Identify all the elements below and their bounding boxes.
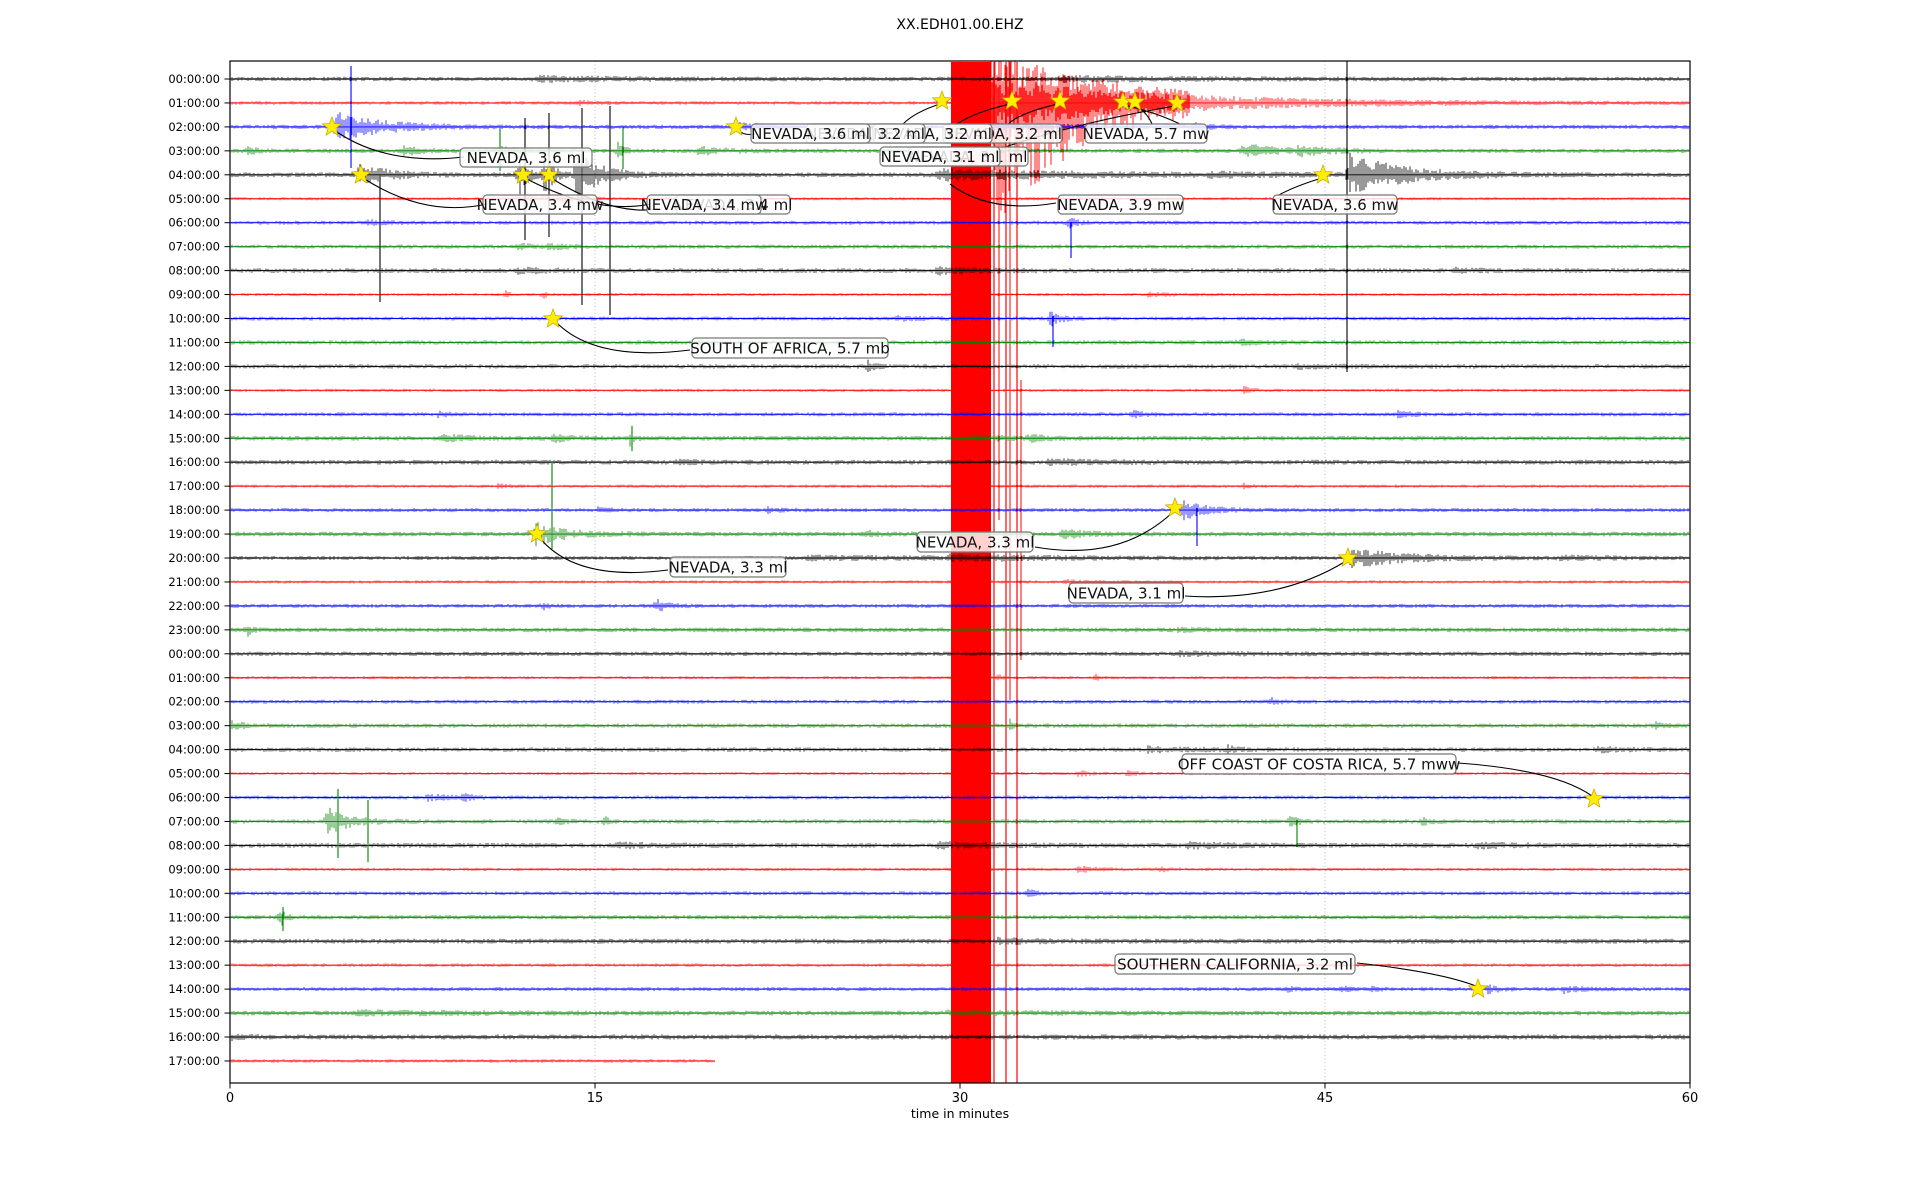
event-connector — [1357, 963, 1476, 986]
row-time-label: 15:00:00 — [168, 1006, 220, 1020]
event-label: NEVADA, 5.7 mw — [1083, 124, 1210, 143]
event-label: NEVADA, 3.1 ml — [880, 147, 1000, 166]
row-time-label: 20:00:00 — [168, 551, 220, 565]
x-tick-label: 30 — [952, 1091, 969, 1106]
row-time-label: 02:00:00 — [168, 120, 220, 134]
event-star — [543, 309, 562, 327]
row-time-label: 12:00:00 — [168, 359, 220, 373]
event-label: NEVADA, 3.6 mw — [1272, 195, 1399, 214]
row-time-label: 03:00:00 — [168, 719, 220, 733]
event-star — [322, 117, 341, 135]
row-time-label: 07:00:00 — [168, 814, 220, 828]
event-label: SOUTH OF AFRICA, 5.7 mb — [690, 338, 889, 358]
event-label-text: NEVADA, 3.6 ml — [467, 149, 586, 167]
row-time-label: 08:00:00 — [168, 838, 220, 852]
event-label: SOUTHERN CALIFORNIA, 3.2 ml — [1115, 954, 1355, 974]
event-label: NEVADA, 3.1 ml — [1067, 583, 1186, 603]
row-time-label: 11:00:00 — [168, 910, 220, 924]
event-label: NEVADA, 3.4 mw — [477, 195, 604, 214]
row-time-label: 05:00:00 — [168, 192, 220, 206]
event-label-text: NEVADA, 3.9 mw — [1057, 196, 1184, 214]
row-time-label: 13:00:00 — [168, 383, 220, 397]
plot-contents — [230, 50, 1690, 1083]
row-time-label: 00:00:00 — [168, 72, 220, 86]
event-label-text: NEVADA, 3.3 ml — [669, 559, 788, 577]
row-time-label: 05:00:00 — [168, 767, 220, 781]
row-time-label: 09:00:00 — [168, 288, 220, 302]
row-time-label: 19:00:00 — [168, 527, 220, 541]
event-star — [1468, 979, 1487, 997]
row-time-label: 13:00:00 — [168, 958, 220, 972]
event-star — [1584, 789, 1603, 807]
row-time-label: 14:00:00 — [168, 407, 220, 421]
event-label: NEVADA, 3.4 mw — [641, 195, 768, 214]
row-time-label: 23:00:00 — [168, 623, 220, 637]
event-connector — [556, 322, 690, 353]
row-time-label: 11:00:00 — [168, 335, 220, 349]
row-time-label: 00:00:00 — [168, 647, 220, 661]
row-time-label: 09:00:00 — [168, 862, 220, 876]
x-tick-label: 45 — [1317, 1091, 1334, 1106]
row-time-label: 01:00:00 — [168, 96, 220, 110]
event-label-text: NEVADA, 3.1 ml — [1067, 585, 1186, 603]
event-connector — [903, 104, 940, 124]
row-time-label: 04:00:00 — [168, 168, 220, 182]
event-label-text: NEVADA, 5.7 mw — [1083, 125, 1210, 143]
row-time-label: 06:00:00 — [168, 791, 220, 805]
event-connector — [1277, 178, 1322, 196]
row-time-label: 07:00:00 — [168, 240, 220, 254]
event-label: NEVADA, 3.3 ml — [916, 532, 1035, 552]
event-label-text: SOUTHERN CALIFORNIA, 3.2 ml — [1117, 956, 1353, 974]
event-connector — [539, 537, 668, 573]
event-star — [1313, 165, 1332, 183]
row-time-label: 10:00:00 — [168, 312, 220, 326]
row-time-label: 02:00:00 — [168, 695, 220, 709]
row-time-label: 21:00:00 — [168, 575, 220, 589]
seismogram-plot: 0 15 30 45 60 00:00:00 01:00:00 02:00:00 03:00:0… — [0, 0, 1920, 1200]
event-connector — [1035, 512, 1173, 550]
row-time-label: 22:00:00 — [168, 599, 220, 613]
event-connector — [1458, 763, 1592, 796]
row-time-label: 16:00:00 — [168, 455, 220, 469]
event-star — [726, 117, 745, 135]
event-connector — [1185, 561, 1346, 597]
x-tick-label: 60 — [1682, 1091, 1699, 1106]
event-label-text: NEVADA, 3.6 mw — [1272, 196, 1399, 214]
row-time-label: 08:00:00 — [168, 264, 220, 278]
x-tick-label: 0 — [226, 1091, 234, 1106]
row-time-label: 17:00:00 — [168, 479, 220, 493]
event-label-text: SOUTH OF AFRICA, 5.7 mb — [690, 340, 889, 358]
x-tick-label: 15 — [587, 1091, 604, 1106]
event-label: NEVADA, 3.9 mw — [1057, 195, 1184, 214]
event-connector — [363, 178, 487, 208]
event-label: OFF COAST OF COSTA RICA, 5.7 mww — [1178, 754, 1460, 774]
event-label: NEVADA, 3.3 ml — [669, 557, 788, 577]
event-label-text: NEVADA, 3.3 ml — [916, 534, 1035, 552]
row-time-label: 01:00:00 — [168, 671, 220, 685]
event-label: NEVADA, 3.6 ml — [460, 148, 592, 167]
row-time-label: 14:00:00 — [168, 982, 220, 996]
event-connector — [334, 130, 464, 159]
event-label-text: NEVADA, 3.6 ml — [751, 125, 870, 143]
event-label-text: OFF COAST OF COSTA RICA, 5.7 mww — [1178, 756, 1460, 774]
clipped-event-band — [951, 62, 991, 1083]
row-time-label: 04:00:00 — [168, 743, 220, 757]
row-time-label: 03:00:00 — [168, 144, 220, 158]
row-time-label: 10:00:00 — [168, 886, 220, 900]
row-time-label: 18:00:00 — [168, 503, 220, 517]
row-time-label: 06:00:00 — [168, 216, 220, 230]
event-label: NEVADA, 3.6 ml — [751, 124, 870, 143]
row-time-label: 15:00:00 — [168, 431, 220, 445]
event-label-text: NEVADA, 3.4 mw — [641, 196, 768, 214]
row-time-label: 17:00:00 — [168, 1054, 220, 1068]
event-star — [932, 91, 951, 109]
row-time-label: 12:00:00 — [168, 934, 220, 948]
event-label-text: NEVADA, 3.4 mw — [477, 196, 604, 214]
row-time-label: 16:00:00 — [168, 1030, 220, 1044]
event-label-text: NEVADA, 3.1 ml — [881, 148, 1000, 166]
